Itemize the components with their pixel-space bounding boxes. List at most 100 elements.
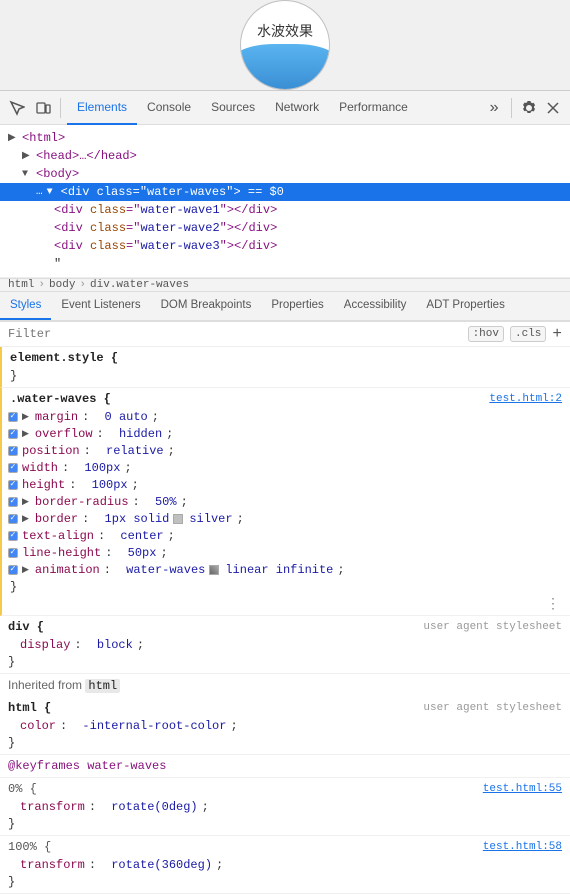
tab-elements[interactable]: Elements [67,91,137,125]
tab-styles[interactable]: Styles [0,292,51,320]
div-selector[interactable]: div { [8,620,44,634]
prop-color[interactable]: color: -internal-root-color; [0,717,570,734]
water-waves-source[interactable]: test.html:2 [489,393,562,405]
styles-panel: :hov .cls + element.style { } .water-wav… [0,322,570,894]
tab-network[interactable]: Network [265,91,329,125]
keyframe-0-selector[interactable]: 0% { [8,782,37,796]
preview-area: 水波效果 [0,0,570,91]
inspect-icon[interactable] [6,97,28,119]
tab-properties[interactable]: Properties [261,292,333,320]
keyframe-0-source[interactable]: test.html:55 [483,783,562,795]
css-section-html-user-agent: html { user agent stylesheet color: -int… [0,697,570,755]
more-tabs-button[interactable]: » [483,99,505,117]
water-ball-label: 水波效果 [241,21,329,41]
prop-border-radius[interactable]: ▶ border-radius: 50%; [2,493,570,510]
prop-position[interactable]: position: relative; [2,442,570,459]
cls-button[interactable]: .cls [510,326,546,342]
tab-accessibility[interactable]: Accessibility [334,292,417,320]
dom-line-div-water-waves[interactable]: … ▼ <div class="water-waves"> == $0 [0,183,570,201]
prop-border[interactable]: ▶ border: 1px solid silver; [2,510,570,527]
prop-animation-checkbox[interactable] [8,565,18,575]
settings-icon[interactable] [518,97,540,119]
dom-line-head[interactable]: ▶ <head>…</head> [0,147,570,165]
breadcrumb-html[interactable]: html [8,279,34,291]
css-section-keyframe-100: 100% { test.html:58 transform: rotate(36… [0,836,570,894]
prop-display[interactable]: display: block; [0,636,570,653]
prop-border-checkbox[interactable] [8,514,18,524]
prop-width-checkbox[interactable] [8,463,18,473]
close-devtools-icon[interactable] [542,97,564,119]
html-selector[interactable]: html { [8,701,51,715]
main-tabs: Elements Console Sources Network Perform… [67,91,479,125]
css-section-element-style: element.style { } [0,347,570,388]
tab-dom-breakpoints[interactable]: DOM Breakpoints [151,292,262,320]
user-agent-label-html: user agent stylesheet [423,702,562,714]
prop-width[interactable]: width: 100px; [2,459,570,476]
css-section-div-user-agent: div { user agent stylesheet display: blo… [0,616,570,674]
prop-text-align-checkbox[interactable] [8,531,18,541]
prop-text-align[interactable]: text-align: center; [2,527,570,544]
prop-overflow[interactable]: ▶ overflow: hidden; [2,425,570,442]
toolbar-separator-2 [511,98,512,118]
water-waves-selector[interactable]: .water-waves { [10,392,111,406]
dom-line-html[interactable]: ▶ <html> [0,129,570,147]
keyframe-100-selector[interactable]: 100% { [8,840,51,854]
sub-tab-bar: Styles Event Listeners DOM Breakpoints P… [0,292,570,322]
color-swatch-animation[interactable] [209,565,219,575]
dom-line-wave2[interactable]: <div class="water-wave2"></div> [0,219,570,237]
prop-line-height-checkbox[interactable] [8,548,18,558]
prop-overflow-checkbox[interactable] [8,429,18,439]
dom-line-quote: " [0,255,570,273]
prop-height[interactable]: height: 100px; [2,476,570,493]
dom-tree: ▶ <html> ▶ <head>…</head> ▼ <body> … ▼ <… [0,125,570,278]
breadcrumb-div-water-waves[interactable]: div.water-waves [90,279,189,291]
main-tab-bar: Elements Console Sources Network Perform… [0,91,570,125]
dom-triangle-div[interactable]: ▼ [47,187,61,198]
css-section-keyframe-0: 0% { test.html:55 transform: rotate(0deg… [0,778,570,836]
add-style-button[interactable]: + [552,326,562,342]
dom-line-wave1[interactable]: <div class="water-wave1"></div> [0,201,570,219]
bottom-panel: Styles Event Listeners DOM Breakpoints P… [0,292,570,894]
dom-line-wave3[interactable]: <div class="water-wave3"></div> [0,237,570,255]
hov-button[interactable]: :hov [468,326,504,342]
filter-bar: :hov .cls + [0,322,570,347]
water-ball-widget: 水波效果 [240,0,330,90]
tab-performance[interactable]: Performance [329,91,418,125]
css-section-water-waves: .water-waves { test.html:2 ▶ margin: 0 a… [0,388,570,616]
tab-adt-properties[interactable]: ADT Properties [416,292,514,320]
inherited-header: Inherited from html [0,674,570,697]
prop-border-radius-checkbox[interactable] [8,497,18,507]
toolbar-separator [60,98,61,118]
prop-transform-0[interactable]: transform: rotate(0deg); [0,798,570,815]
toolbar-actions [518,97,564,119]
tab-console[interactable]: Console [137,91,201,125]
breadcrumb: html › body › div.water-waves [0,278,570,292]
more-options-button[interactable]: ⋮ [542,596,564,613]
user-agent-label-div: user agent stylesheet [423,621,562,633]
dom-triangle-head[interactable]: ▶ [22,150,36,162]
prop-height-checkbox[interactable] [8,480,18,490]
app-root: 水波效果 Elements Console Sources Network Pe… [0,0,570,893]
prop-animation[interactable]: ▶ animation: water-waves linear infinite… [2,561,570,578]
css-section-keyframes: @keyframes water-waves [0,755,570,778]
device-icon[interactable] [32,97,54,119]
prop-position-checkbox[interactable] [8,446,18,456]
dom-triangle-body[interactable]: ▼ [22,169,36,180]
breadcrumb-body[interactable]: body [49,279,75,291]
water-fill [240,44,330,89]
prop-margin[interactable]: ▶ margin: 0 auto; [2,408,570,425]
keyframe-100-source[interactable]: test.html:58 [483,841,562,853]
dom-dots: … [36,186,43,198]
dom-line-body[interactable]: ▼ <body> [0,165,570,183]
tab-event-listeners[interactable]: Event Listeners [51,292,150,320]
prop-line-height[interactable]: line-height: 50px; [2,544,570,561]
prop-margin-checkbox[interactable] [8,412,18,422]
color-swatch-silver[interactable] [173,514,183,524]
tab-sources[interactable]: Sources [201,91,265,125]
element-style-selector: element.style { [10,351,118,365]
inherited-tag[interactable]: html [85,679,120,693]
keyframes-label: @keyframes water-waves [8,759,166,773]
filter-input[interactable] [8,327,464,341]
prop-transform-100[interactable]: transform: rotate(360deg); [0,856,570,873]
dom-triangle-html[interactable]: ▶ [8,132,22,144]
